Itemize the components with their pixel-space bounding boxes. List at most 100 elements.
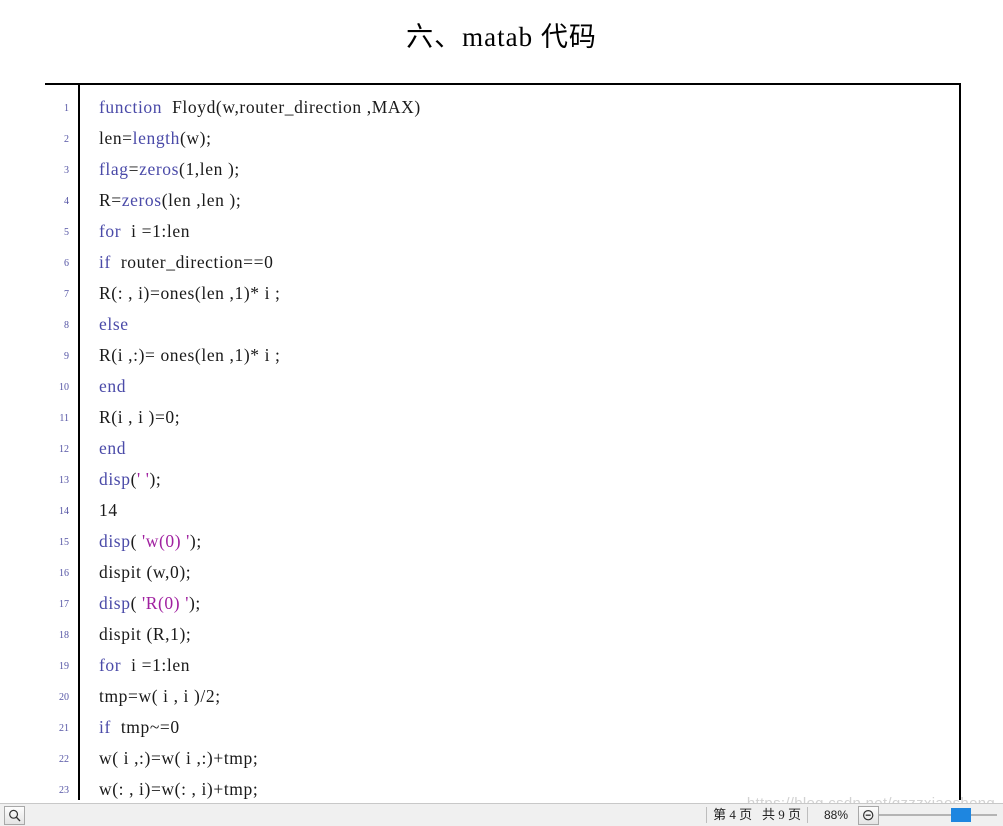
- zoom-slider-track: [879, 814, 997, 816]
- code-line-text: R=zeros(len ,len );: [77, 185, 241, 216]
- code-line-text: dispit (w,0);: [77, 557, 191, 588]
- code-token-kw: disp: [99, 469, 131, 489]
- line-number: 13: [59, 475, 69, 486]
- page-current-prefix: 第: [713, 807, 727, 822]
- code-token-pln: dispit (w,0);: [99, 562, 192, 582]
- status-separator-left: [706, 807, 708, 823]
- code-line-text: disp( 'w(0) ');: [77, 526, 202, 557]
- code-line-text: R(i ,:)= ones(len ,1)* i ;: [77, 340, 280, 371]
- code-token-kw: end: [99, 376, 127, 396]
- page-current-suffix: 页: [739, 807, 753, 822]
- code-line-text: disp(' ');: [77, 464, 161, 495]
- code-line-text: disp( 'R(0) ');: [77, 588, 201, 619]
- code-token-kw: if: [99, 252, 111, 272]
- code-line: 7 R(: , i)=ones(len ,1)* i ;: [45, 278, 959, 309]
- code-line-text: else: [77, 309, 129, 340]
- line-number: 19: [59, 661, 69, 672]
- code-line: 9 R(i ,:)= ones(len ,1)* i ;: [45, 340, 959, 371]
- code-line-text: R(i , i )=0;: [77, 402, 180, 433]
- code-token-pln: w(: , i)=w(: , i)+tmp;: [99, 779, 259, 799]
- code-line-text: if tmp~=0: [77, 712, 180, 743]
- page-title: 六、matab 代码: [406, 22, 597, 52]
- code-token-pln: R=: [99, 190, 122, 210]
- code-line: 2 len=length(w);: [45, 123, 959, 154]
- code-token-kw: function: [99, 97, 163, 117]
- code-line: 6 if router_direction==0: [45, 247, 959, 278]
- code-token-pln: R(i ,:)= ones(len ,1)* i ;: [99, 345, 281, 365]
- line-number: 4: [64, 196, 69, 207]
- zoom-out-button[interactable]: [858, 805, 879, 825]
- code-token-kw: flag: [99, 159, 129, 179]
- zoom-slider[interactable]: [879, 807, 997, 823]
- line-number: 22: [59, 754, 69, 765]
- line-number: 5: [64, 227, 69, 238]
- code-token-pln: );: [188, 593, 201, 613]
- line-number: 12: [59, 444, 69, 455]
- code-line: 4 R=zeros(len ,len );: [45, 185, 959, 216]
- line-number: 23: [59, 785, 69, 796]
- code-line: 13 disp(' ');: [45, 464, 959, 495]
- line-number: 9: [64, 351, 69, 362]
- code-line-text: 14: [77, 495, 118, 526]
- code-token-pln: router_direction==0: [110, 252, 274, 272]
- code-listing-block: 1 function Floyd(w,router_direction ,MAX)…: [45, 83, 961, 800]
- code-line: 20 tmp=w( i , i )/2;: [45, 681, 959, 712]
- line-number: 21: [59, 723, 69, 734]
- line-number: 20: [59, 692, 69, 703]
- code-line: 5 for i =1:len: [45, 216, 959, 247]
- code-token-pln: w( i ,:)=w( i ,:)+tmp;: [99, 748, 259, 768]
- code-line: 18 dispit (R,1);: [45, 619, 959, 650]
- code-token-pln: i =1:len: [121, 655, 191, 675]
- code-line-text: dispit (R,1);: [77, 619, 191, 650]
- line-number: 14: [59, 506, 69, 517]
- code-token-kw: end: [99, 438, 127, 458]
- code-line: 22 w( i ,:)=w( i ,:)+tmp;: [45, 743, 959, 774]
- find-button[interactable]: [4, 805, 25, 825]
- line-number: 16: [59, 568, 69, 579]
- page-total-number: 9: [778, 807, 785, 822]
- page-indicator[interactable]: 第 4 页 共 9 页: [713, 805, 801, 825]
- line-number: 8: [64, 320, 69, 331]
- code-line-text: for i =1:len: [77, 216, 190, 247]
- code-token-pln: 14: [99, 500, 118, 520]
- magnifier-icon: [8, 809, 21, 822]
- page-current-number: 4: [729, 807, 736, 822]
- zoom-slider-thumb[interactable]: [951, 808, 971, 822]
- line-number: 18: [59, 630, 69, 641]
- code-token-pln: dispit (R,1);: [99, 624, 192, 644]
- code-token-pln: i =1:len: [121, 221, 191, 241]
- code-token-pln: tmp~=0: [110, 717, 180, 737]
- line-number: 11: [59, 413, 69, 424]
- code-token-kw: zeros: [121, 190, 162, 210]
- code-token-pln: (1,len );: [179, 159, 240, 179]
- code-token-pln: (w);: [180, 128, 212, 148]
- code-line: 15 disp( 'w(0) ');: [45, 526, 959, 557]
- code-token-kw: for: [99, 221, 122, 241]
- code-token-pln: Floyd(w,router_direction ,MAX): [162, 97, 421, 117]
- code-token-pln: =: [128, 159, 140, 179]
- code-lines-container: 1 function Floyd(w,router_direction ,MAX)…: [45, 85, 959, 800]
- code-token-kw: disp: [99, 531, 131, 551]
- code-line: 21 if tmp~=0: [45, 712, 959, 743]
- line-number: 15: [59, 537, 69, 548]
- code-line: 10 end: [45, 371, 959, 402]
- code-token-kw: if: [99, 717, 111, 737]
- code-token-kw: else: [99, 314, 129, 334]
- code-token-pln: );: [149, 469, 162, 489]
- code-line-text: if router_direction==0: [77, 247, 273, 278]
- code-line: 1 function Floyd(w,router_direction ,MAX): [45, 92, 959, 123]
- code-token-pln: R(: , i)=ones(len ,1)* i ;: [99, 283, 281, 303]
- line-number: 6: [64, 258, 69, 269]
- code-line: 14 14: [45, 495, 959, 526]
- code-token-pln: R(i , i )=0;: [99, 407, 181, 427]
- code-line: 3 flag=zeros(1,len );: [45, 154, 959, 185]
- code-line: 16 dispit (w,0);: [45, 557, 959, 588]
- code-token-kw: for: [99, 655, 122, 675]
- code-token-pln: );: [189, 531, 202, 551]
- line-number: 3: [64, 165, 69, 176]
- code-line: 12 end: [45, 433, 959, 464]
- document-page: 六、matab 代码 1 function Floyd(w,router_dire…: [0, 0, 1003, 800]
- zoom-level-label[interactable]: 88%: [824, 808, 848, 822]
- line-number: 17: [59, 599, 69, 610]
- code-line: 19 for i =1:len: [45, 650, 959, 681]
